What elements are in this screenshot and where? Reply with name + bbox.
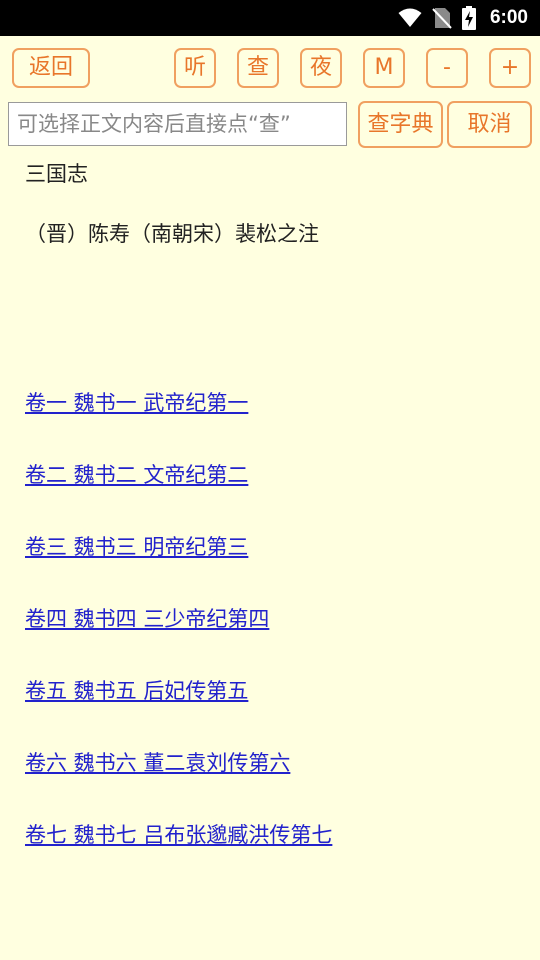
chapter-link-2[interactable]: 卷二 魏书二 文帝纪第二 bbox=[25, 459, 248, 489]
battery-charging-icon bbox=[461, 6, 476, 30]
chapter-link-6[interactable]: 卷六 魏书六 董二袁刘传第六 bbox=[25, 747, 290, 777]
back-button[interactable]: 返回 bbox=[12, 48, 90, 88]
wifi-icon bbox=[398, 8, 422, 28]
chapter-link-3[interactable]: 卷三 魏书三 明帝纪第三 bbox=[25, 531, 248, 561]
chapter-link-4[interactable]: 卷四 魏书四 三少帝纪第四 bbox=[25, 603, 269, 633]
chapter-link-7[interactable]: 卷七 魏书七 吕布张邈臧洪传第七 bbox=[25, 819, 332, 849]
night-mode-button[interactable]: 夜 bbox=[300, 48, 342, 88]
chapter-link-1[interactable]: 卷一 魏书一 武帝纪第一 bbox=[25, 387, 248, 417]
m-button[interactable]: M bbox=[363, 48, 405, 88]
status-time: 6:00 bbox=[489, 7, 528, 28]
no-sim-icon bbox=[432, 7, 452, 29]
chapter-link-5[interactable]: 卷五 魏书五 后妃传第五 bbox=[25, 675, 248, 705]
dictionary-button[interactable]: 查字典 bbox=[358, 101, 443, 148]
font-larger-button[interactable]: + bbox=[489, 48, 531, 88]
status-bar: 6:00 bbox=[0, 0, 540, 36]
lookup-button[interactable]: 查 bbox=[237, 48, 279, 88]
search-input[interactable] bbox=[8, 102, 347, 146]
book-author: （晋）陈寿（南朝宋）裴松之注 bbox=[25, 222, 319, 246]
font-smaller-button[interactable]: - bbox=[426, 48, 468, 88]
listen-button[interactable]: 听 bbox=[174, 48, 216, 88]
cancel-button[interactable]: 取消 bbox=[447, 101, 532, 148]
book-title: 三国志 bbox=[25, 162, 88, 186]
